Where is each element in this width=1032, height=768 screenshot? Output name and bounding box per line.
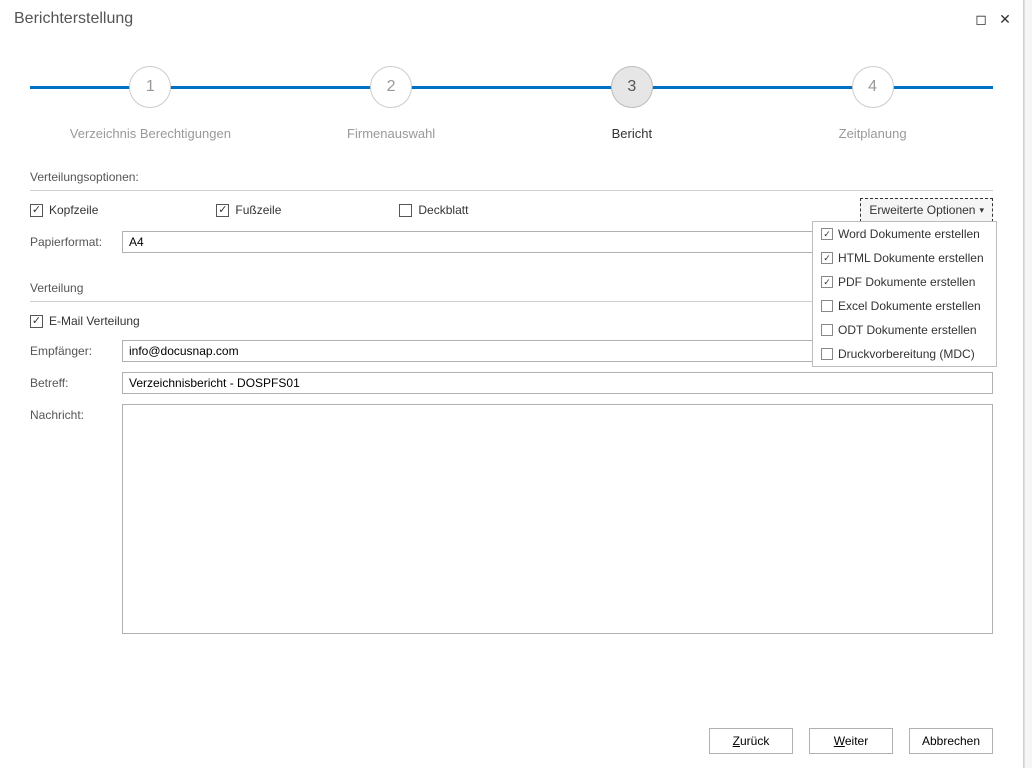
- checkbox-fusszeile-label: Fußzeile: [235, 203, 281, 217]
- dropdown-item-3[interactable]: Excel Dokumente erstellen: [813, 294, 996, 318]
- dropdown-item-label: ODT Dokumente erstellen: [838, 323, 977, 337]
- dropdown-item-label: HTML Dokumente erstellen: [838, 251, 984, 265]
- wizard-step-1[interactable]: 1 Verzeichnis Berechtigungen: [30, 44, 270, 141]
- wizard-step-circle: 4: [852, 66, 894, 108]
- wizard-step-3[interactable]: 3 Bericht: [512, 44, 752, 141]
- close-icon[interactable]: ✕: [997, 11, 1013, 28]
- recipient-label: Empfänger:: [30, 344, 122, 358]
- wizard-step-label: Verzeichnis Berechtigungen: [70, 126, 231, 141]
- wizard-step-label: Zeitplanung: [839, 126, 907, 141]
- checkbox-deckblatt-box[interactable]: [399, 204, 412, 217]
- dropdown-checkbox[interactable]: [821, 252, 833, 264]
- window-title: Berichterstellung: [14, 10, 973, 28]
- checkbox-fusszeile-box[interactable]: [216, 204, 229, 217]
- dropdown-item-label: PDF Dokumente erstellen: [838, 275, 975, 289]
- cancel-button[interactable]: Abbrechen: [909, 728, 993, 754]
- paper-format-label: Papierformat:: [30, 235, 122, 249]
- wizard-steps-bar: 1 Verzeichnis Berechtigungen 2 Firmenauswah…: [30, 44, 993, 154]
- checkbox-deckblatt[interactable]: Deckblatt: [399, 203, 468, 217]
- wizard-step-label: Firmenauswahl: [347, 126, 435, 141]
- wizard-step-circle: 2: [370, 66, 412, 108]
- dropdown-item-label: Excel Dokumente erstellen: [838, 299, 981, 313]
- advanced-options-label: Erweiterte Optionen: [869, 203, 975, 217]
- back-label-rest: urück: [740, 734, 769, 748]
- dropdown-item-2[interactable]: PDF Dokumente erstellen: [813, 270, 996, 294]
- right-edge-strip: [1024, 0, 1032, 768]
- message-label: Nachricht:: [30, 404, 122, 422]
- dropdown-checkbox[interactable]: [821, 300, 833, 312]
- dropdown-item-0[interactable]: Word Dokumente erstellen: [813, 222, 996, 246]
- wizard-step-4[interactable]: 4 Zeitplanung: [753, 44, 993, 141]
- checkbox-kopfzeile-box[interactable]: [30, 204, 43, 217]
- subject-input[interactable]: [122, 372, 993, 394]
- wizard-step-circle: 1: [129, 66, 171, 108]
- dropdown-item-label: Word Dokumente erstellen: [838, 227, 980, 241]
- chevron-down-icon: ▾: [979, 205, 984, 216]
- checkbox-fusszeile[interactable]: Fußzeile: [216, 203, 281, 217]
- subject-label: Betreff:: [30, 376, 122, 390]
- wizard-step-2[interactable]: 2 Firmenauswahl: [271, 44, 511, 141]
- section-distribution-options: Verteilungsoptionen:: [30, 164, 993, 191]
- maximize-icon[interactable]: ◻: [973, 11, 989, 28]
- wizard-step-label: Bericht: [612, 126, 652, 141]
- checkbox-deckblatt-label: Deckblatt: [418, 203, 468, 217]
- dropdown-checkbox[interactable]: [821, 348, 833, 360]
- advanced-options-dropdown[interactable]: Word Dokumente erstellen HTML Dokumente e…: [812, 221, 997, 367]
- dropdown-item-label: Druckvorbereitung (MDC): [838, 347, 975, 361]
- checkbox-email-dist-box[interactable]: [30, 315, 43, 328]
- next-button[interactable]: Weiter: [809, 728, 893, 754]
- checkbox-email-dist-label: E-Mail Verteilung: [49, 314, 140, 328]
- dropdown-checkbox[interactable]: [821, 324, 833, 336]
- dropdown-item-1[interactable]: HTML Dokumente erstellen: [813, 246, 996, 270]
- dropdown-item-5[interactable]: Druckvorbereitung (MDC): [813, 342, 996, 366]
- titlebar: Berichterstellung ◻ ✕: [0, 0, 1023, 34]
- checkbox-kopfzeile[interactable]: Kopfzeile: [30, 203, 98, 217]
- message-textarea[interactable]: [122, 404, 993, 634]
- dropdown-item-4[interactable]: ODT Dokumente erstellen: [813, 318, 996, 342]
- next-label-rest: eiter: [845, 734, 868, 748]
- dropdown-checkbox[interactable]: [821, 276, 833, 288]
- advanced-options-button[interactable]: Erweiterte Optionen ▾ Word Dokumente ers…: [860, 198, 993, 222]
- wizard-step-circle: 3: [611, 66, 653, 108]
- back-button[interactable]: Zurück: [709, 728, 793, 754]
- dropdown-checkbox[interactable]: [821, 228, 833, 240]
- cancel-label: Abbrechen: [922, 734, 980, 748]
- checkbox-kopfzeile-label: Kopfzeile: [49, 203, 98, 217]
